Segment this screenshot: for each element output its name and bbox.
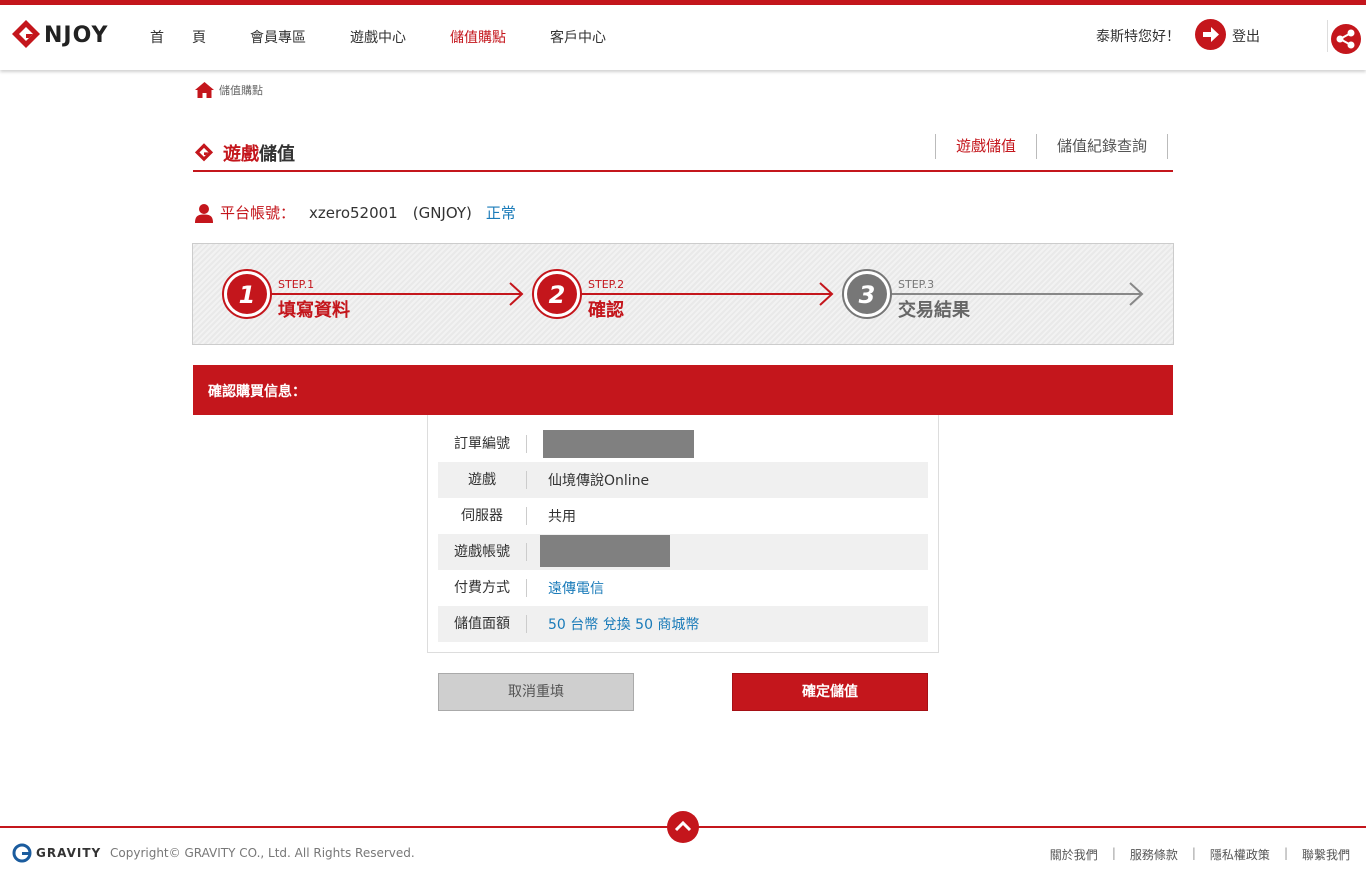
step3-label: 交易結果	[898, 299, 971, 321]
breadcrumb-current[interactable]: 儲值購點	[219, 82, 263, 98]
step2-tag: STEP.2	[588, 278, 624, 291]
account-value: xzero52001 (GNJOY)	[309, 204, 472, 222]
home-icon[interactable]	[194, 81, 215, 99]
section-header: 確認購買信息：	[193, 365, 1173, 415]
tab-topup-history[interactable]: 儲值紀錄查詢	[1037, 134, 1168, 159]
detail-row-server: 伺服器 共用	[438, 498, 928, 534]
step2-number: 2	[549, 281, 566, 309]
detail-key: 訂單編號	[438, 435, 527, 453]
logout-arrow-icon[interactable]	[1195, 19, 1226, 50]
header-divider	[1327, 20, 1328, 52]
nav-home[interactable]: 首 頁	[150, 27, 206, 47]
step1-number: 1	[239, 281, 256, 309]
title-row: 遊戲 儲值 遊戲儲值 儲值紀錄查詢	[193, 130, 1173, 172]
detail-row-amount: 儲值面額 50 台幣 兌換 50 商城幣	[438, 606, 928, 642]
logo-text: NJOY	[44, 22, 109, 48]
user-icon	[195, 203, 213, 223]
back-to-top-icon[interactable]	[667, 811, 699, 843]
logout-link[interactable]: 登出	[1232, 26, 1260, 46]
detail-row-game: 遊戲 仙境傳說Online	[438, 462, 928, 498]
gnjoy-logo[interactable]: NJOY	[9, 17, 108, 53]
footer-links: 關於我們 | 服務條款 | 隱私權政策 | 聯繫我們	[1050, 846, 1350, 863]
footer-separator: |	[1111, 846, 1116, 860]
detail-value: 共用	[548, 509, 576, 525]
game-account-redacted	[540, 535, 670, 567]
detail-value: 50 台幣 兌換 50 商城幣	[548, 617, 700, 633]
footer-separator: |	[1283, 846, 1288, 860]
detail-value: 仙境傳說Online	[548, 473, 650, 489]
breadcrumb: 儲值購點	[194, 81, 263, 99]
order-number-redacted	[543, 430, 694, 458]
account-status: 正常	[485, 204, 516, 222]
detail-row-order-no: 訂單編號	[438, 426, 928, 462]
detail-key: 遊戲帳號	[438, 543, 527, 561]
footer-link-privacy[interactable]: 隱私權政策	[1210, 846, 1270, 863]
tab-game-topup[interactable]: 遊戲儲值	[936, 134, 1037, 159]
sub-tabs: 遊戲儲值 儲值紀錄查詢	[934, 134, 1168, 159]
step1-tag: STEP.1	[278, 278, 314, 291]
gravity-logo[interactable]: GRAVITY	[12, 843, 101, 863]
cancel-button[interactable]: 取消重填	[438, 673, 634, 711]
confirm-topup-button[interactable]: 確定儲值	[732, 673, 928, 711]
step3-tag: STEP.3	[898, 278, 934, 291]
detail-key: 伺服器	[438, 507, 527, 525]
section-title: 確認購買信息：	[208, 384, 306, 400]
order-details: 訂單編號 遊戲 仙境傳說Online 伺服器 共用 遊戲帳號 付費方式 遠傳電信…	[427, 415, 939, 653]
footer-separator: |	[1191, 846, 1196, 860]
platform-account: 平台帳號： xzero52001 (GNJOY) 正常	[194, 202, 516, 223]
step2-label: 確認	[588, 299, 624, 321]
detail-row-game-account: 遊戲帳號	[438, 534, 928, 570]
detail-row-payment: 付費方式 遠傳電信	[438, 570, 928, 606]
gravity-logo-text: GRAVITY	[36, 846, 102, 860]
user-greeting: 泰斯特您好！	[1096, 29, 1180, 45]
detail-value: 遠傳電信	[548, 581, 604, 597]
page-title-part1: 遊戲	[223, 144, 259, 165]
step1-label: 填寫資料	[278, 299, 350, 321]
gnjoy-title-icon	[194, 143, 214, 162]
footer-link-contact[interactable]: 聯繫我們	[1302, 846, 1350, 863]
footer-link-about[interactable]: 關於我們	[1050, 846, 1098, 863]
gnjoy-logo-mark	[12, 20, 40, 48]
page-title: 遊戲 儲值	[193, 140, 295, 166]
footer-link-terms[interactable]: 服務條款	[1130, 846, 1178, 863]
page-title-part2: 儲值	[259, 144, 295, 165]
copyright-text: Copyright© GRAVITY CO., Ltd. All Rights …	[110, 846, 415, 860]
gravity-logo-icon	[12, 843, 32, 863]
site-header: NJOY 首 頁 會員專區 遊戲中心 儲值購點 客戶中心 泰斯特您好！ 登出	[0, 5, 1366, 70]
detail-key: 遊戲	[438, 471, 527, 489]
step3-number: 3	[859, 281, 876, 309]
detail-key: 儲值面額	[438, 615, 527, 633]
detail-key: 付費方式	[438, 579, 527, 597]
progress-steps: 1 STEP.1 填寫資料 2 STEP.2 確認 3 STEP.3 交易結果	[192, 243, 1174, 345]
account-label: 平台帳號：	[220, 204, 296, 222]
nav-member[interactable]: 會員專區	[250, 27, 306, 47]
nav-topup[interactable]: 儲值購點	[450, 27, 506, 47]
nav-games[interactable]: 遊戲中心	[350, 27, 406, 47]
nav-support[interactable]: 客戶中心	[550, 27, 606, 47]
share-icon[interactable]	[1331, 24, 1361, 54]
steps-graphic: 1 STEP.1 填寫資料 2 STEP.2 確認 3 STEP.3 交易結果	[222, 269, 1144, 321]
